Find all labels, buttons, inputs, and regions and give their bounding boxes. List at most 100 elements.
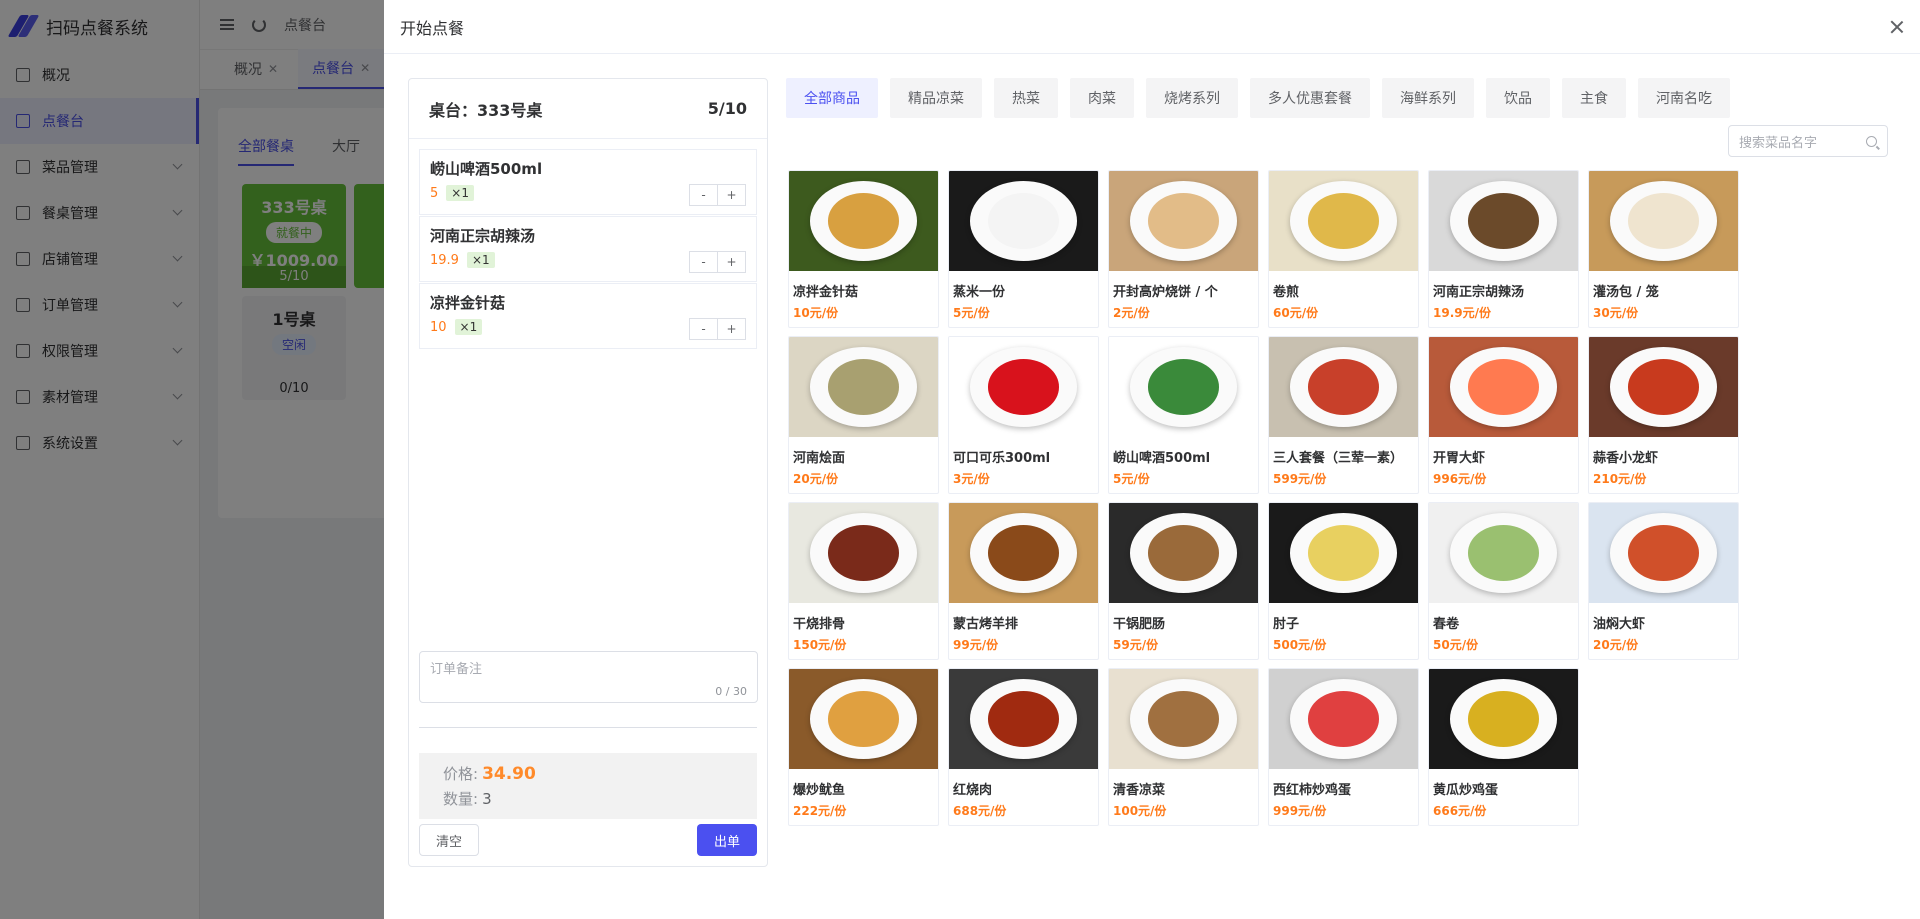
dish-card[interactable]: 河南正宗胡辣汤 19.9元/份 [1428,170,1579,328]
dish-card[interactable]: 开胃大虾 996元/份 [1428,336,1579,494]
food-shape [827,193,900,249]
dish-name: 蒙古烤羊排 [953,617,1019,632]
dish-name: 肘子 [1273,617,1300,632]
dish-card[interactable]: 蒜香小龙虾 210元/份 [1588,336,1739,494]
dish-name: 蒜香小龙虾 [1593,451,1659,466]
dish-price: 50元/份 [1433,638,1479,652]
food-shape [1467,359,1540,415]
order-panel-header: 桌台：333号桌 5/10 [409,79,767,139]
close-icon[interactable] [1890,20,1904,34]
order-summary: 价格: 34.90 数量: 3 [419,753,757,819]
food-shape [1467,691,1540,747]
decrease-button[interactable]: - [689,318,718,340]
food-shape [827,691,900,747]
food-shape [987,691,1060,747]
category-tab[interactable]: 主食 [1562,78,1626,118]
dish-image [1109,171,1258,271]
dish-image [1269,503,1418,603]
category-tab[interactable]: 海鲜系列 [1382,78,1474,118]
dish-card[interactable]: 红烧肉 688元/份 [948,668,1099,826]
price-value: 34.90 [482,763,536,784]
dish-price: 150元/份 [793,638,847,652]
dish-name: 油焖大虾 [1593,617,1646,632]
price-label: 价格: [443,765,479,783]
order-item-qty: ×1 [466,252,495,268]
category-tabs: 全部商品 精品凉菜 热菜 肉菜 烧烤系列 多人优惠套餐 海鲜系列 饮品 主食 河南名吃 [786,78,1730,118]
order-item: 河南正宗胡辣汤 19.9 ×1 - + [419,216,757,282]
food-shape [987,193,1060,249]
dish-card[interactable]: 黄瓜炒鸡蛋 666元/份 [1428,668,1579,826]
category-tab[interactable]: 多人优惠套餐 [1250,78,1370,118]
category-tab[interactable]: 烧烤系列 [1146,78,1238,118]
dish-name: 红烧肉 [953,783,993,798]
dish-name: 卷煎 [1273,285,1300,300]
dish-name: 河南正宗胡辣汤 [1433,285,1525,300]
dish-name: 干锅肥肠 [1113,617,1166,632]
category-tab[interactable]: 全部商品 [786,78,878,118]
dish-card[interactable]: 春卷 50元/份 [1428,502,1579,660]
dish-image [1269,337,1418,437]
dish-card[interactable]: 卷煎 60元/份 [1268,170,1419,328]
dish-card[interactable]: 开封高炉烧饼 / 个 2元/份 [1108,170,1259,328]
dish-name: 可口可乐300ml [953,451,1051,466]
dish-image [949,337,1098,437]
decrease-button[interactable]: - [689,184,718,206]
seat-count: 5/10 [707,99,747,118]
order-remark-input[interactable]: 订单备注 0 / 30 [419,651,758,703]
increase-button[interactable]: + [717,318,746,340]
submit-order-button[interactable]: 出单 [697,824,757,856]
dish-price: 996元/份 [1433,472,1487,486]
clear-button[interactable]: 清空 [419,824,479,856]
category-tab[interactable]: 精品凉菜 [890,78,982,118]
dish-card[interactable]: 清香凉菜 100元/份 [1108,668,1259,826]
order-item: 崂山啤酒500ml 5 ×1 - + [419,149,757,215]
dish-name: 爆炒鱿鱼 [793,783,846,798]
dish-card[interactable]: 干锅肥肠 59元/份 [1108,502,1259,660]
category-tab[interactable]: 热菜 [994,78,1058,118]
dish-card[interactable]: 可口可乐300ml 3元/份 [948,336,1099,494]
dish-card[interactable]: 西红柿炒鸡蛋 999元/份 [1268,668,1419,826]
dish-grid: 凉拌金针菇 10元/份 蒸米一份 5元/份 开封高炉烧饼 / 个 2元/份 卷煎 60元/份河… [788,170,1739,826]
category-tab[interactable]: 肉菜 [1070,78,1134,118]
dish-card[interactable]: 河南烩面 20元/份 [788,336,939,494]
dish-card[interactable]: 干烧排骨 150元/份 [788,502,939,660]
food-shape [1467,193,1540,249]
dish-image [1589,171,1738,271]
dish-name: 蒸米一份 [953,285,1006,300]
dish-name: 崂山啤酒500ml [1113,451,1211,466]
dish-image [949,171,1098,271]
dish-image [789,503,938,603]
drawer-title: 开始点餐 [400,18,465,38]
dish-name: 河南烩面 [793,451,846,466]
dish-image [1589,503,1738,603]
quantity-stepper: - + [689,318,746,340]
dish-card[interactable]: 肘子 500元/份 [1268,502,1419,660]
increase-button[interactable]: + [717,251,746,273]
quantity-stepper: - + [689,184,746,206]
food-shape [1627,193,1700,249]
dish-card[interactable]: 蒸米一份 5元/份 [948,170,1099,328]
food-shape [827,359,900,415]
dish-card[interactable]: 凉拌金针菇 10元/份 [788,170,939,328]
food-shape [1147,359,1220,415]
dish-card[interactable]: 灌汤包 / 笼 30元/份 [1588,170,1739,328]
category-tab[interactable]: 饮品 [1486,78,1550,118]
dish-card[interactable]: 爆炒鱿鱼 222元/份 [788,668,939,826]
dish-card[interactable]: 三人套餐（三荤一素） 599元/份 [1268,336,1419,494]
dish-card[interactable]: 油焖大虾 20元/份 [1588,502,1739,660]
dish-image [949,503,1098,603]
dish-search-input[interactable]: 搜索菜品名字 [1728,125,1888,157]
dish-price: 666元/份 [1433,804,1487,818]
dish-price: 688元/份 [953,804,1007,818]
decrease-button[interactable]: - [689,251,718,273]
dish-image [1109,337,1258,437]
increase-button[interactable]: + [717,184,746,206]
dish-price: 3元/份 [953,472,990,486]
search-icon[interactable] [1866,135,1877,147]
dish-card[interactable]: 蒙古烤羊排 99元/份 [948,502,1099,660]
dish-image [1429,503,1578,603]
category-tab[interactable]: 河南名吃 [1638,78,1730,118]
divider [419,727,757,728]
dish-image [1269,669,1418,769]
dish-card[interactable]: 崂山啤酒500ml 5元/份 [1108,336,1259,494]
